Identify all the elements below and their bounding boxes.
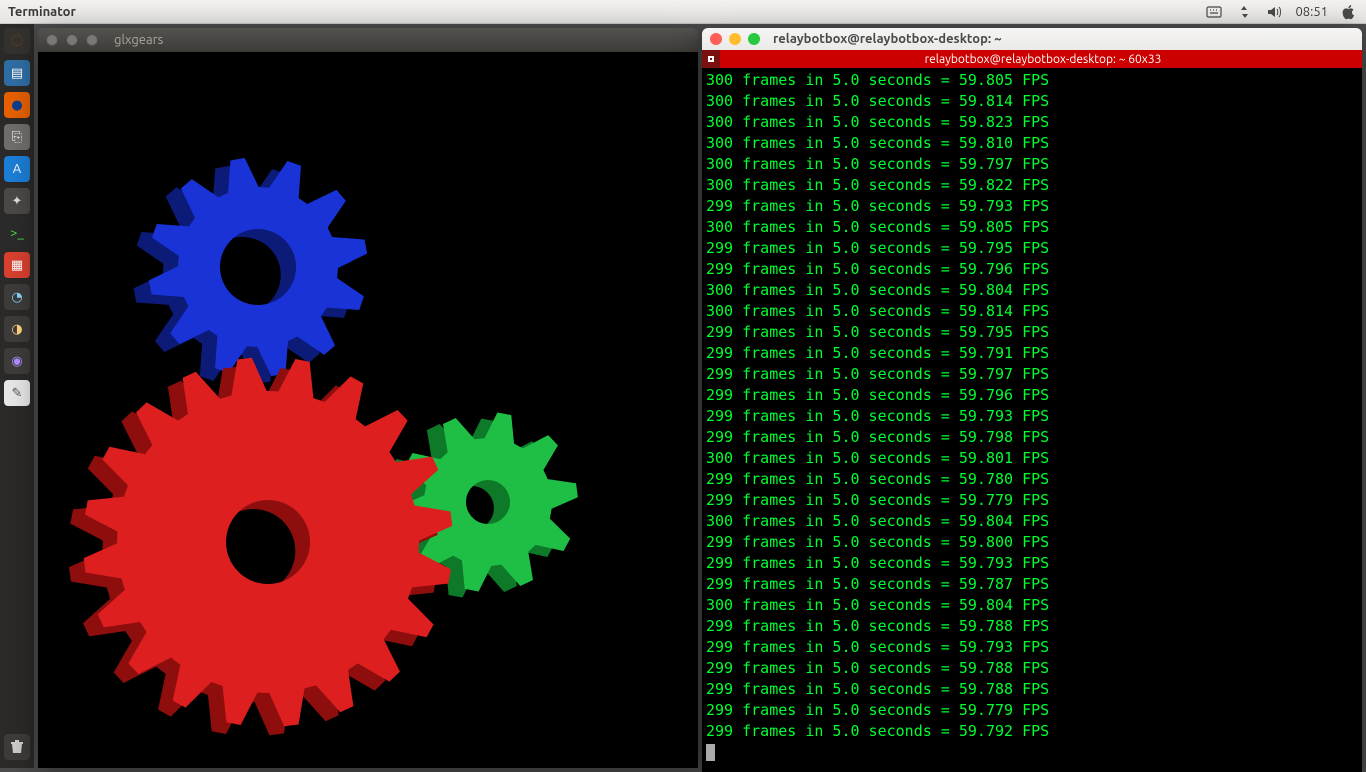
statusbar-title: relaybotbox@relaybotbox-desktop: ~ 60x33 <box>724 53 1362 66</box>
keyboard-icon[interactable] <box>1205 3 1223 21</box>
active-app-title: Terminator <box>8 5 76 19</box>
minimize-icon[interactable] <box>66 34 78 46</box>
terminator-statusbar: relaybotbox@relaybotbox-desktop: ~ 60x33 <box>702 50 1362 68</box>
network-icon[interactable] <box>1235 3 1253 21</box>
terminal-cursor <box>706 744 715 761</box>
glxgears-window: glxgears <box>38 28 698 768</box>
glxgears-titlebar[interactable]: glxgears <box>38 28 698 52</box>
launcher-software[interactable]: ⎘ <box>4 124 30 150</box>
launcher-app3[interactable]: ◉ <box>4 348 30 374</box>
minimize-icon[interactable] <box>729 33 741 45</box>
launcher-app2[interactable]: ◑ <box>4 316 30 342</box>
launcher-trash[interactable] <box>4 734 30 760</box>
launcher-files[interactable]: ▤ <box>4 60 30 86</box>
unity-launcher: ◌ ▤ ● ⎘ A ✦ >_ ▦ ◔ ◑ ◉ ✎ <box>0 24 34 768</box>
gear-red <box>56 344 464 749</box>
split-icon[interactable] <box>702 50 720 68</box>
terminator-window: relaybotbox@relaybotbox-desktop: ~ relay… <box>702 28 1362 772</box>
sound-icon[interactable] <box>1265 3 1283 21</box>
apple-icon[interactable] <box>1340 3 1358 21</box>
maximize-icon[interactable] <box>86 34 98 46</box>
terminal-output[interactable]: 300 frames in 5.0 seconds = 59.805 FPS 3… <box>702 68 1362 772</box>
indicator-area: 08:51 <box>1205 3 1358 21</box>
terminator-titlebar[interactable]: relaybotbox@relaybotbox-desktop: ~ <box>702 28 1362 50</box>
launcher-app1[interactable]: ◔ <box>4 284 30 310</box>
launcher-firefox[interactable]: ● <box>4 92 30 118</box>
launcher-notes[interactable]: ✎ <box>4 380 30 406</box>
glxgears-canvas <box>38 52 698 768</box>
window-title: relaybotbox@relaybotbox-desktop: ~ <box>773 32 1002 46</box>
launcher-appstore[interactable]: A <box>4 156 30 182</box>
close-icon[interactable] <box>46 34 58 46</box>
clock[interactable]: 08:51 <box>1295 5 1328 19</box>
launcher-terminal[interactable]: >_ <box>4 220 30 246</box>
launcher-settings[interactable]: ✦ <box>4 188 30 214</box>
window-title: glxgears <box>114 33 163 47</box>
launcher-tile[interactable]: ▦ <box>4 252 30 278</box>
launcher-dash[interactable]: ◌ <box>4 28 30 54</box>
global-menubar: Terminator 08:51 <box>0 0 1366 24</box>
zoom-icon[interactable] <box>748 33 760 45</box>
close-icon[interactable] <box>710 33 722 45</box>
